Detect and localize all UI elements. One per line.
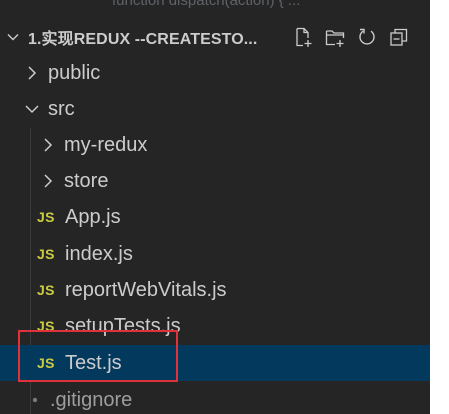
- tree-item-label: my-redux: [64, 133, 148, 156]
- tree-item-public[interactable]: public: [0, 55, 430, 91]
- chevron-right-icon[interactable]: [24, 63, 40, 83]
- chevron-right-icon[interactable]: [40, 171, 56, 191]
- tree-item-index-js[interactable]: JS index.js: [0, 236, 430, 272]
- tree-item-label: Test.js: [65, 351, 122, 374]
- js-file-icon: JS: [37, 209, 55, 225]
- tree-item-app-js[interactable]: JS App.js: [0, 199, 430, 235]
- tree-item-src[interactable]: src: [0, 91, 430, 127]
- code-fragment-text: function dispatch(action) { ...: [112, 0, 301, 9]
- explorer-section-header[interactable]: 1.实现REDUX --CREATESTO...: [0, 18, 430, 56]
- tree-item-reportwebvitals-js[interactable]: JS reportWebVitals.js: [0, 272, 430, 308]
- tree-item-label: reportWebVitals.js: [65, 278, 227, 301]
- tree-item-my-redux[interactable]: my-redux: [0, 127, 430, 163]
- chevron-right-icon[interactable]: [40, 135, 56, 155]
- js-file-icon: JS: [37, 246, 55, 262]
- project-title: 1.实现REDUX --CREATESTO...: [28, 31, 258, 48]
- new-folder-icon[interactable]: [322, 24, 348, 50]
- tree-item-label: store: [64, 169, 109, 192]
- chevron-down-icon[interactable]: [4, 28, 22, 46]
- new-file-icon[interactable]: [290, 24, 316, 50]
- tree-item-test-js[interactable]: JS Test.js: [0, 345, 430, 381]
- editor-code-fragment: function dispatch(action) { ...: [0, 0, 430, 14]
- collapse-all-icon[interactable]: [386, 24, 412, 50]
- tree-item-label: index.js: [65, 242, 133, 265]
- tree-item-label: public: [48, 61, 101, 84]
- chevron-down-icon[interactable]: [24, 99, 40, 119]
- tree-item-label: src: [48, 97, 75, 120]
- refresh-icon[interactable]: [354, 24, 380, 50]
- header-actions: [290, 24, 418, 50]
- tree-item-label: setupTests.js: [65, 314, 181, 337]
- explorer-panel: function dispatch(action) { ... 1.实现REDU…: [0, 0, 430, 414]
- js-file-icon: JS: [37, 355, 55, 371]
- tree-item-setuptests-js[interactable]: JS setupTests.js: [0, 308, 430, 344]
- tree-item-label: .gitignore: [50, 388, 133, 411]
- tree-item-label: App.js: [65, 205, 121, 228]
- tree-item-gitignore[interactable]: .gitignore: [0, 382, 430, 414]
- js-file-icon: JS: [37, 282, 55, 298]
- gitignore-file-icon: [28, 395, 42, 405]
- js-file-icon: JS: [37, 318, 55, 334]
- tree-item-store[interactable]: store: [0, 163, 430, 199]
